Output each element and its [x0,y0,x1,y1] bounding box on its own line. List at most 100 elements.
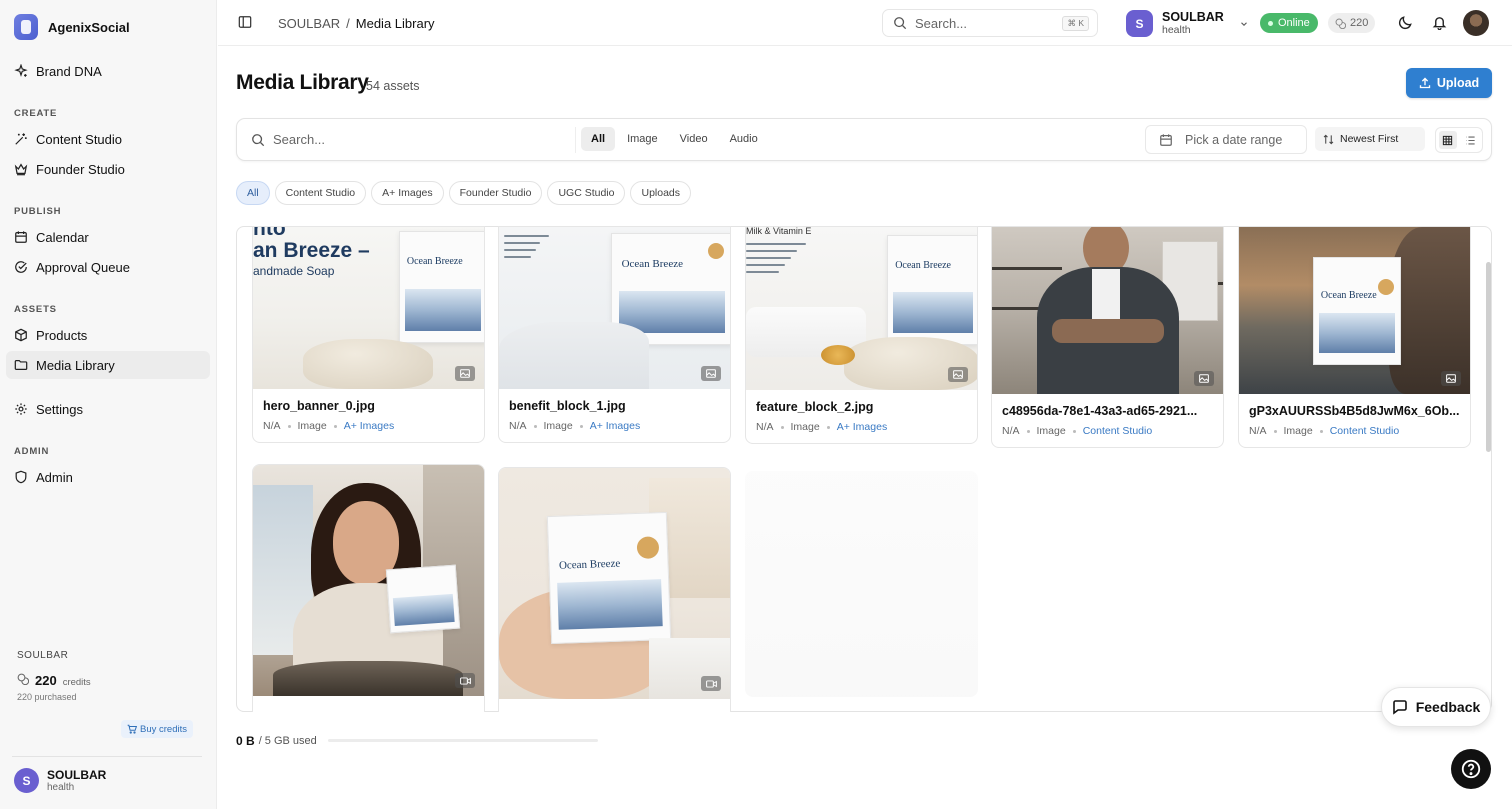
tab-video[interactable]: Video [670,127,718,151]
asset-type: Image [790,421,820,433]
credits-purchased: 220 purchased [17,692,77,702]
asset-search-input[interactable]: Search... [251,132,325,147]
grid-icon [1442,135,1453,145]
asset-count: 54 assets [366,79,420,93]
asset-filename: feature_block_2.jpg [756,400,874,414]
image-badge-icon [455,366,475,381]
section-title-create: CREATE [14,108,58,119]
upload-button[interactable]: Upload [1406,68,1492,98]
asset-card[interactable] [252,464,485,712]
sidebar-item-label: Products [36,327,88,343]
sort-select[interactable]: Newest First [1315,127,1425,151]
grid-view-button[interactable] [1438,131,1457,149]
page-title: Media Library [236,71,369,94]
chip-a-plus-images[interactable]: A+ Images [371,181,444,205]
tab-audio[interactable]: Audio [720,127,768,151]
buy-credits-label: Buy credits [140,723,187,735]
asset-type: Image [543,420,573,432]
sidebar-item-products[interactable]: Products [6,321,210,349]
profile-avatar[interactable] [1463,10,1489,36]
user-menu[interactable]: S SOULBAR health [14,768,106,793]
wand-icon [15,133,27,145]
sidebar-item-label: Content Studio [36,131,123,147]
chip-uploads[interactable]: Uploads [630,181,692,205]
divider [575,127,576,153]
date-range-picker[interactable]: Pick a date range [1145,125,1307,154]
status-badge: Online [1260,13,1318,33]
asset-card[interactable]: Milk & Vitamin E Ocean Breeze feature_bl… [745,226,978,444]
search-icon [894,17,907,30]
list-view-button[interactable] [1462,131,1480,149]
tab-image[interactable]: Image [617,127,668,151]
sidebar-item-label: Approval Queue [36,259,130,275]
folder-icon [14,360,28,370]
sidebar-toggle-icon[interactable] [238,15,252,29]
help-icon [1461,759,1481,779]
sidebar-item-media-library[interactable]: Media Library [6,351,210,379]
list-icon [1466,136,1475,144]
asset-filename: benefit_block_1.jpg [509,399,626,413]
asset-card[interactable]: c48956da-78e1-43a3-ad65-2921... N/A Image… [991,226,1224,448]
type-tabs: All Image Video Audio [581,127,768,151]
brand[interactable]: AgenixSocial [14,14,130,40]
asset-thumbnail: nto an Breeze – andmade Soap Ocean Breez… [253,227,484,389]
calendar-icon [1160,133,1172,146]
loading-placeholder [745,471,978,697]
section-title-publish: PUBLISH [14,206,62,217]
breadcrumb-parent[interactable]: SOULBAR [278,16,340,31]
user-subtitle: health [47,782,75,793]
sidebar-item-label: Brand DNA [36,63,102,79]
asset-thumbnail: Ocean Breeze [499,468,730,699]
sidebar-item-label: Admin [36,469,73,485]
buy-credits-button[interactable]: Buy credits [121,720,193,738]
asset-size: N/A [263,420,281,432]
calendar-icon [15,231,27,243]
asset-card[interactable]: Ocean Breeze gP3xAUURSSb4B5d8JwM6x_6Ob..… [1238,226,1471,448]
asset-thumbnail: Ocean Breeze [1239,227,1470,394]
workspace-switcher[interactable]: S SOULBAR health [1126,10,1249,37]
sidebar-item-founder-studio[interactable]: Founder Studio [6,155,210,183]
user-name: SOULBAR [47,768,107,782]
thumb-text: an Breeze – [253,239,370,262]
sidebar-item-settings[interactable]: Settings [6,395,210,423]
sparkle-icon [14,64,28,77]
image-badge-icon [1441,371,1461,386]
status-label: Online [1278,17,1310,29]
asset-card[interactable]: Ocean Breeze benefit_block_1.jpg N/A Imag… [498,226,731,443]
shield-icon [15,470,27,484]
chip-all[interactable]: All [236,181,270,205]
asset-source: A+ Images [343,420,395,432]
sidebar-item-admin[interactable]: Admin [6,463,210,491]
chip-content-studio[interactable]: Content Studio [274,181,367,205]
asset-type: Image [297,420,327,432]
global-search-input[interactable]: Search... ⌘ K [882,9,1098,37]
sort-value: Newest First [1340,133,1399,145]
asset-source: A+ Images [589,420,641,432]
workspace-name: SOULBAR [1162,10,1224,24]
tab-all[interactable]: All [581,127,616,151]
asset-card[interactable]: Ocean Breeze [498,467,731,712]
gear-icon [15,403,27,415]
chip-founder-studio[interactable]: Founder Studio [448,181,543,205]
asset-thumbnail [253,465,484,696]
sidebar-item-content-studio[interactable]: Content Studio [6,125,210,153]
view-toggle [1435,127,1483,153]
sidebar-item-label: Founder Studio [36,161,125,177]
search-placeholder: Search... [915,15,968,31]
search-placeholder: Search... [273,132,326,147]
asset-thumbnail: Ocean Breeze [499,227,730,389]
grid-scrollbar[interactable] [1486,262,1491,452]
asset-card[interactable]: nto an Breeze – andmade Soap Ocean Breez… [252,226,485,443]
sidebar-item-calendar[interactable]: Calendar [6,223,210,251]
message-icon [1392,700,1407,715]
sidebar-item-approval-queue[interactable]: Approval Queue [6,253,210,281]
bell-icon[interactable] [1432,15,1447,30]
feedback-button[interactable]: Feedback [1381,687,1491,727]
help-button[interactable] [1451,749,1491,789]
avatar: S [14,768,39,793]
moon-icon[interactable] [1398,15,1413,30]
sidebar-item-brand-dna[interactable]: Brand DNA [6,57,210,85]
sidebar-item-label: Settings [36,401,83,417]
chip-ugc-studio[interactable]: UGC Studio [547,181,626,205]
video-badge-icon [455,673,475,688]
